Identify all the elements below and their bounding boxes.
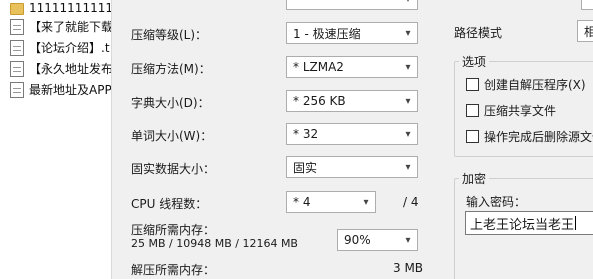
- dictionary-size-label: 字典大小(D)：: [131, 96, 210, 110]
- compress-memory-detail: 25 MB / 10948 MB / 12164 MB: [131, 237, 298, 250]
- password-label: 输入密码：: [466, 195, 527, 209]
- file-name: 【论坛介绍】.t: [29, 41, 110, 55]
- list-item[interactable]: 最新地址及APP: [0, 80, 112, 99]
- compression-method-select[interactable]: * LZMA2 ▾: [286, 56, 418, 78]
- chevron-down-icon: ▾: [405, 27, 411, 39]
- document-icon: [10, 60, 24, 77]
- word-size-select[interactable]: * 32 ▾: [286, 123, 418, 145]
- chevron-down-icon: ▾: [405, 128, 411, 140]
- options-group-title: 选项: [459, 53, 490, 70]
- list-item[interactable]: 【永久地址发布: [0, 59, 112, 78]
- word-size-label: 单词大小(W)：: [131, 129, 213, 143]
- compress-shared-checkbox[interactable]: [466, 104, 479, 117]
- cpu-threads-value: * 4: [293, 195, 311, 209]
- list-item[interactable]: 【来了就能下载: [0, 17, 112, 36]
- cpu-threads-select[interactable]: * 4 ▾: [286, 191, 376, 213]
- password-input-value: 上老王论坛当老王: [470, 217, 575, 233]
- path-mode-select[interactable]: 相: [577, 20, 593, 42]
- decompress-memory-label: 解压所需内存：: [131, 263, 216, 277]
- path-mode-label: 路径模式: [454, 26, 503, 40]
- file-name: 111111111111: [29, 0, 112, 15]
- list-item[interactable]: 【论坛介绍】.t: [0, 38, 111, 57]
- compression-method-value: * LZMA2: [293, 60, 344, 74]
- file-name: 【来了就能下载: [29, 20, 112, 34]
- compress-shared-checkbox-row[interactable]: 压缩共享文件: [466, 102, 556, 119]
- list-item[interactable]: 111111111111: [0, 0, 112, 17]
- chevron-down-icon: ▾: [363, 196, 369, 208]
- compress-shared-label: 压缩共享文件: [484, 104, 557, 118]
- solid-block-size-label: 固实数据大小：: [131, 162, 216, 176]
- delete-after-label: 操作完成后删除源文件: [484, 130, 593, 144]
- chevron-down-icon: ▾: [405, 161, 411, 173]
- solid-block-size-select[interactable]: 固实 ▾: [286, 156, 418, 178]
- chevron-down-icon: ▾: [405, 234, 411, 246]
- dictionary-size-select[interactable]: * 256 KB ▾: [286, 90, 418, 112]
- word-size-value: * 32: [293, 127, 319, 141]
- document-icon: [10, 81, 24, 98]
- create-sfx-checkbox[interactable]: [466, 78, 479, 91]
- compress-memory-label: 压缩所需内存：: [131, 223, 216, 237]
- file-name: 【永久地址发布: [29, 62, 112, 76]
- text-caret: [575, 216, 577, 230]
- compression-method-label: 压缩方法(M)：: [131, 62, 211, 76]
- chevron-down-icon: ▾: [405, 61, 411, 73]
- delete-after-checkbox[interactable]: [466, 130, 479, 143]
- create-sfx-label: 创建自解压程序(X): [484, 78, 586, 92]
- encryption-group-title: 加密: [459, 170, 490, 187]
- compression-level-label: 压缩等级(L)：: [131, 28, 208, 42]
- archive-format-select[interactable]: ▾: [286, 0, 418, 10]
- file-list: 111111111111 【来了就能下载 【论坛介绍】.t 【永久地址发布 最新…: [0, 0, 112, 279]
- decompress-memory-value: 3 MB: [393, 261, 424, 275]
- password-input[interactable]: 上老王论坛当老王: [465, 211, 593, 235]
- file-name: 最新地址及APP: [29, 83, 112, 97]
- path-mode-value: 相: [584, 24, 593, 39]
- solid-block-size-value: 固实: [293, 160, 318, 175]
- cpu-threads-max: / 4: [403, 195, 419, 209]
- document-icon: [10, 39, 24, 56]
- memory-usage-select[interactable]: 90% ▾: [337, 229, 418, 251]
- create-sfx-checkbox-row[interactable]: 创建自解压程序(X): [466, 76, 586, 93]
- chevron-down-icon: ▾: [399, 0, 417, 9]
- cpu-threads-label: CPU 线程数：: [131, 197, 208, 211]
- memory-usage-value: 90%: [344, 233, 371, 247]
- folder-icon: [10, 2, 24, 15]
- compression-level-value: 1 - 极速压缩: [293, 26, 361, 41]
- update-mode-select[interactable]: [581, 0, 593, 10]
- compression-level-select[interactable]: 1 - 极速压缩 ▾: [286, 22, 418, 44]
- dictionary-size-value: * 256 KB: [293, 94, 346, 108]
- chevron-down-icon: ▾: [405, 95, 411, 107]
- delete-after-checkbox-row[interactable]: 操作完成后删除源文件: [466, 128, 593, 145]
- document-icon: [10, 18, 24, 35]
